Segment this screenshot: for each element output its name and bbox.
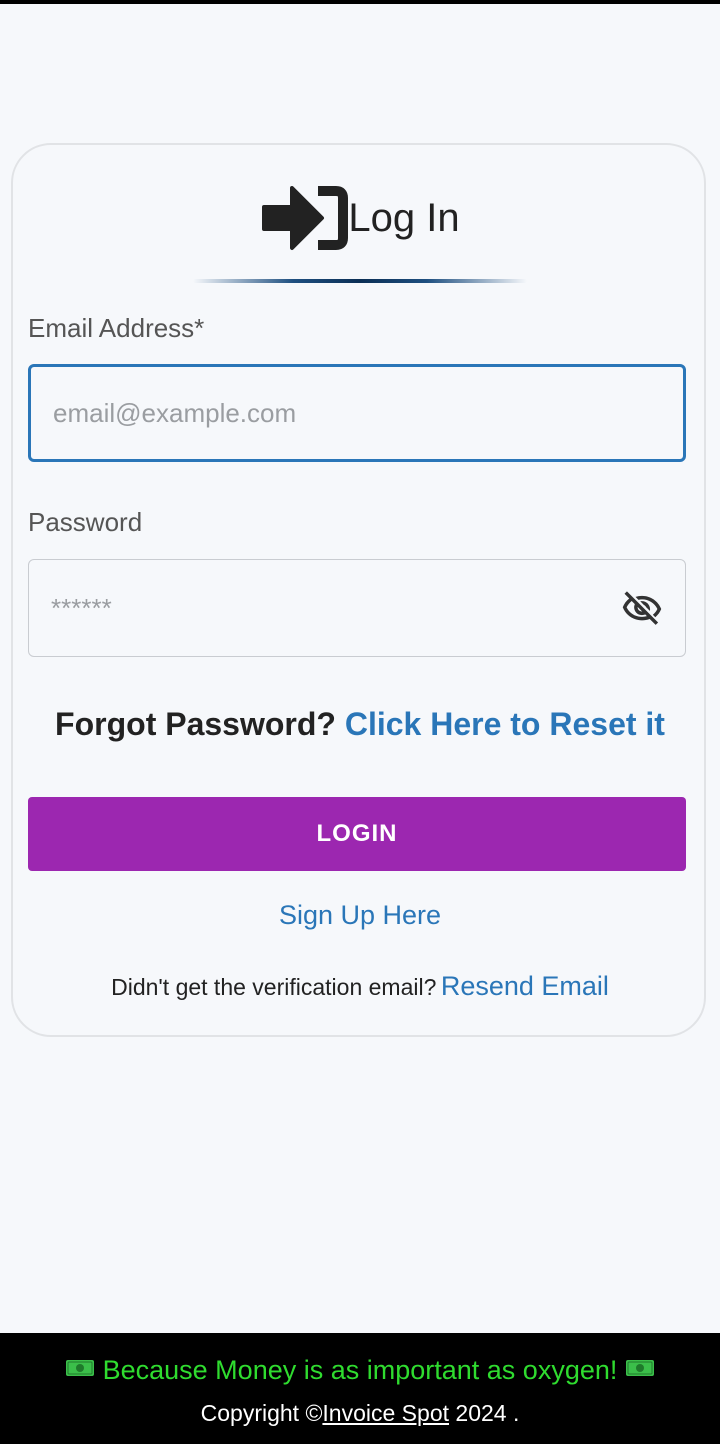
copyright-prefix: Copyright ©	[200, 1400, 323, 1426]
password-label: Password	[28, 507, 143, 537]
eye-off-icon[interactable]	[621, 588, 663, 630]
password-input[interactable]	[51, 560, 611, 656]
copyright-text: Copyright ©Invoice Spot 2024 .	[0, 1400, 720, 1427]
login-header: Log In	[0, 182, 720, 254]
page-title: Log In	[348, 196, 460, 240]
brand-link[interactable]: Invoice Spot	[322, 1400, 449, 1426]
forgot-password-text: Forgot Password?	[55, 706, 336, 742]
money-icon	[66, 1359, 95, 1376]
reset-password-link[interactable]: Click Here to Reset it	[345, 706, 665, 742]
email-input[interactable]	[53, 367, 613, 459]
money-icon	[625, 1359, 654, 1376]
footer-tagline: Because Money is as important as oxygen!	[0, 1355, 720, 1386]
sign-up-link[interactable]: Sign Up Here	[0, 900, 720, 931]
tagline-text: Because Money is as important as oxygen!	[102, 1355, 618, 1385]
email-field-container	[28, 364, 686, 462]
copyright-year: 2024 .	[455, 1400, 520, 1426]
resend-email-row: Didn't get the verification email? Resen…	[0, 971, 720, 1002]
status-bar-strip	[0, 0, 720, 4]
login-button[interactable]: LOGIN	[28, 797, 686, 871]
title-divider	[193, 279, 527, 283]
resend-email-link[interactable]: Resend Email	[441, 971, 609, 1001]
footer: Because Money is as important as oxygen!…	[0, 1333, 720, 1444]
password-field-container	[28, 559, 686, 657]
login-icon	[262, 186, 349, 250]
forgot-password-row: Forgot Password? Click Here to Reset it	[0, 706, 720, 743]
resend-prompt-text: Didn't get the verification email?	[111, 974, 437, 1000]
email-label: Email Address*	[28, 313, 205, 343]
